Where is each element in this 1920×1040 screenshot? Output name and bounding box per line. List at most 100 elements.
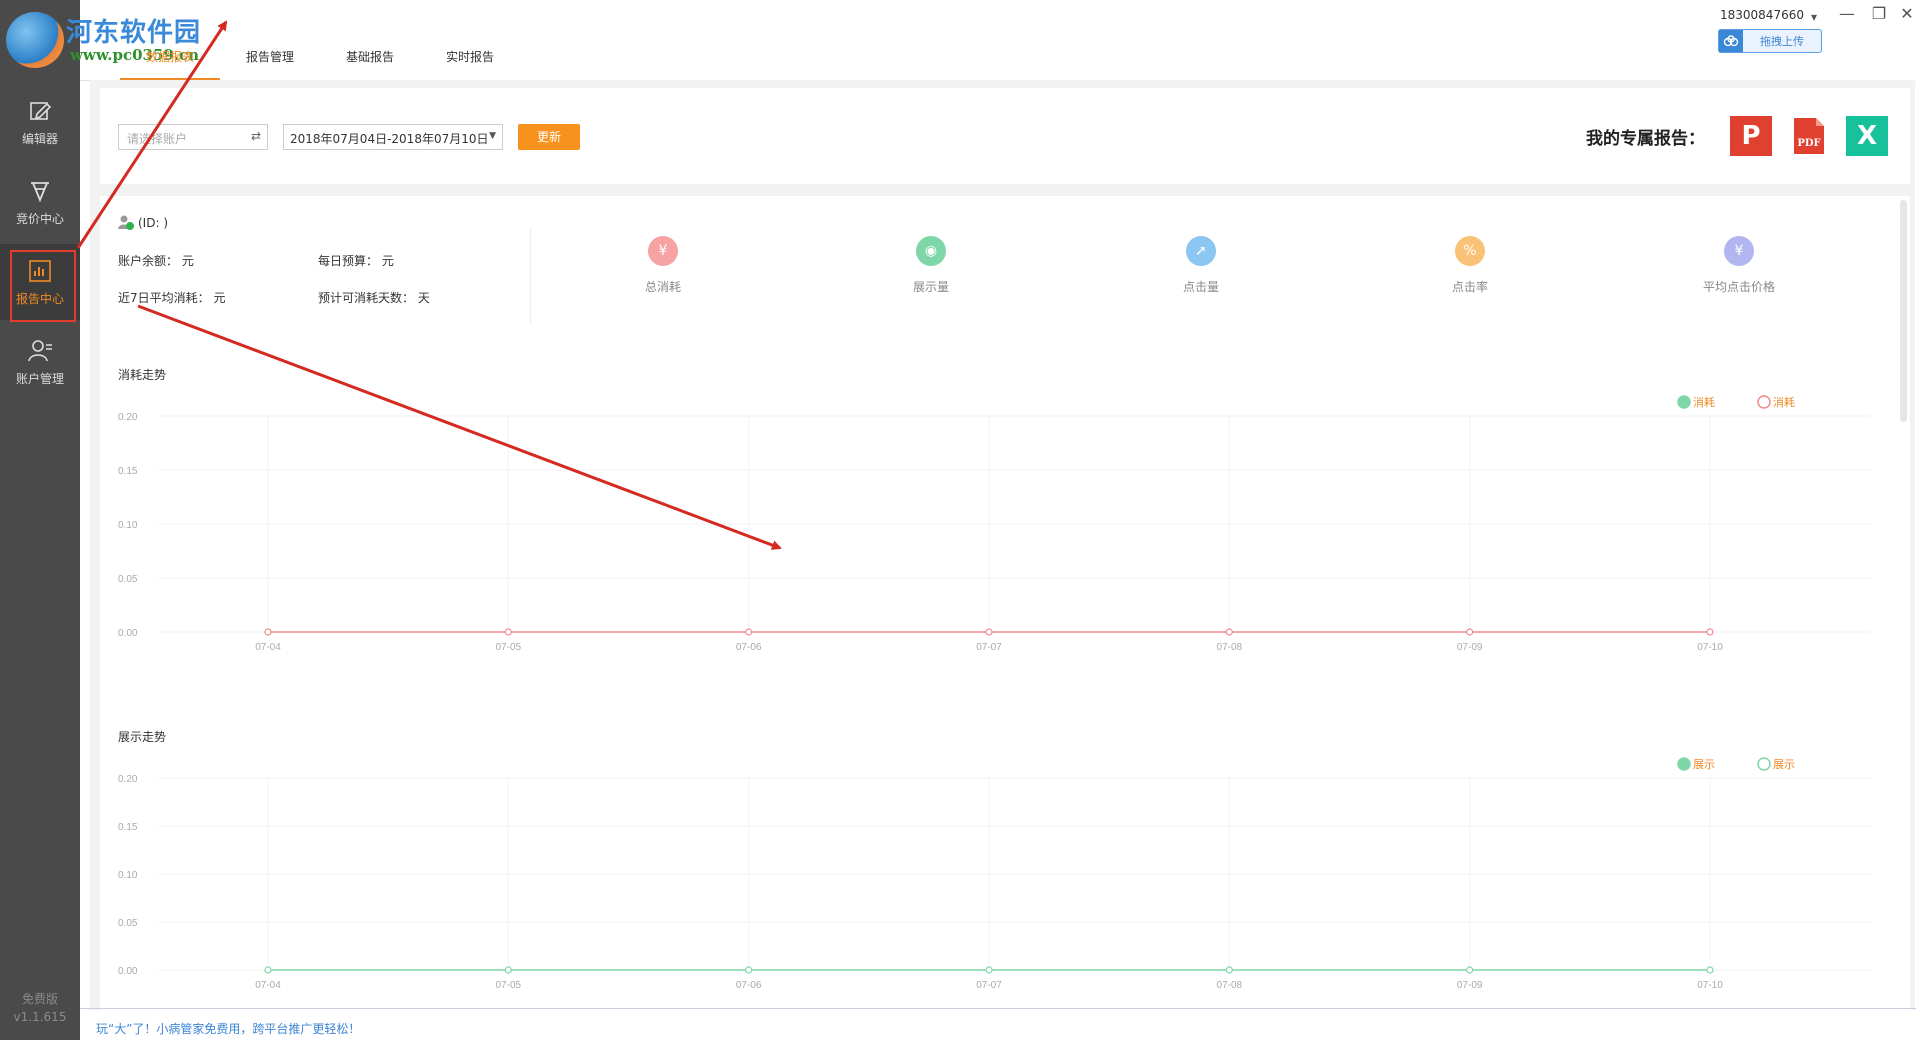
account-menu-icon[interactable]: ▾: [1811, 10, 1817, 24]
data-point: [1706, 966, 1714, 974]
upload-label: 拖拽上传: [1760, 35, 1804, 48]
scrollbar[interactable]: [1900, 200, 1907, 422]
tab-report-manage[interactable]: 报告管理: [220, 44, 320, 80]
date-range-select[interactable]: 2018年07月04日-2018年07月10日 ▼: [283, 124, 503, 150]
metric-avg-cpc[interactable]: ¥ 平均点击价格: [1679, 236, 1799, 295]
y-tick-label: 0.20: [118, 412, 138, 423]
yen-icon: ¥: [648, 236, 678, 266]
swap-icon: ⇄: [250, 129, 261, 143]
legend-label: 消耗: [1693, 395, 1715, 409]
y-tick-label: 0.05: [118, 574, 138, 585]
y-tick-label: 0.20: [118, 774, 138, 785]
sidebar-item-editor[interactable]: 编辑器: [0, 84, 80, 160]
metric-label: 平均点击价格: [1702, 280, 1775, 294]
legend-label: 展示: [1773, 758, 1795, 771]
data-point: [264, 628, 272, 636]
metric-label: 展示量: [912, 280, 949, 294]
data-point: [745, 966, 753, 974]
sidebar-item-label: 竞价中心: [15, 212, 64, 226]
account-balance: 账户余额： 元: [118, 254, 194, 268]
edit-icon: [30, 102, 52, 120]
export-excel-button[interactable]: X: [1846, 116, 1888, 156]
export-pdf-button[interactable]: PDF: [1788, 116, 1830, 156]
x-tick-label: 07-09: [1457, 980, 1483, 991]
tab-data-report[interactable]: 数据报表: [120, 44, 220, 80]
excel-icon: X: [1856, 121, 1878, 151]
data-point: [985, 628, 993, 636]
click-icon: ➚: [1186, 236, 1216, 266]
highlight-box: [10, 250, 76, 322]
bid-icon: [31, 182, 49, 203]
tab-realtime-report[interactable]: 实时报告: [420, 44, 520, 80]
data-point: [745, 628, 753, 636]
upload-button[interactable]: 拖拽上传: [1718, 29, 1822, 53]
metric-clicks[interactable]: ➚ 点击量: [1141, 236, 1261, 295]
x-tick-label: 07-10: [1697, 642, 1723, 653]
legend-label: 消耗: [1773, 395, 1795, 409]
y-tick-label: 0.00: [118, 966, 138, 977]
account-select-placeholder: 请选择账户: [127, 132, 188, 146]
legend-label: 展示: [1693, 758, 1715, 771]
x-tick-label: 07-04: [255, 980, 281, 991]
tab-basic-report[interactable]: 基础报告: [320, 44, 420, 80]
daily-budget: 每日预算： 元: [318, 254, 394, 268]
user-manage-icon: [28, 340, 52, 362]
x-tick-label: 07-06: [736, 642, 762, 653]
y-tick-label: 0.00: [118, 628, 138, 639]
report-tabs: 数据报表 报告管理 基础报告 实时报告: [120, 44, 520, 80]
sidebar-item-report-center[interactable]: 报告中心: [0, 244, 80, 322]
metric-label: 总消耗: [644, 280, 681, 294]
metric-impressions[interactable]: ◉ 展示量: [871, 236, 991, 295]
x-tick-label: 07-05: [496, 980, 522, 991]
sidebar-item-label: 账户管理: [15, 372, 64, 386]
divider: [530, 228, 531, 324]
avg-price-icon: ¥: [1724, 236, 1754, 266]
metric-ctr[interactable]: % 点击率: [1410, 236, 1530, 295]
svg-text:PDF: PDF: [1797, 138, 1820, 149]
account-status-icon: [118, 215, 134, 230]
y-tick-label: 0.10: [118, 520, 138, 531]
x-tick-label: 07-09: [1457, 642, 1483, 653]
my-report-label: 我的专属报告：: [1586, 129, 1705, 149]
x-tick-label: 07-08: [1217, 980, 1243, 991]
restore-button[interactable]: ❐: [1868, 4, 1890, 26]
date-range-value: 2018年07月04日-2018年07月10日: [290, 132, 489, 146]
sidebar-item-label: 编辑器: [21, 132, 58, 146]
cloud-icon: [1719, 30, 1743, 52]
x-tick-label: 07-05: [496, 642, 522, 653]
impression-trend-chart: 展示 展示 0.20 0.15 0.10 0.05 0.00 07-04 07-05 07-06 0…: [118, 757, 1870, 991]
days-remaining: 预计可消耗天数： 天: [318, 291, 430, 305]
y-tick-label: 0.15: [118, 822, 138, 833]
data-point: [504, 966, 512, 974]
pdf-icon: PDF: [1794, 118, 1824, 154]
data-point: [1225, 628, 1233, 636]
sidebar: 编辑器 竞价中心 报告中心 账户管理 免费版 v1.1.615: [0, 0, 80, 1040]
metric-label: 点击率: [1451, 280, 1488, 294]
data-point: [1706, 628, 1714, 636]
metric-total-cost[interactable]: ¥ 总消耗: [603, 236, 723, 295]
data-point: [1466, 966, 1474, 974]
export-ppt-button[interactable]: P: [1730, 116, 1772, 156]
x-tick-label: 07-07: [976, 980, 1002, 991]
ppt-icon: P: [1741, 121, 1761, 151]
minimize-button[interactable]: —: [1836, 4, 1858, 26]
sidebar-item-bidding[interactable]: 竞价中心: [0, 164, 80, 240]
x-tick-label: 07-06: [736, 980, 762, 991]
refresh-button[interactable]: 更新: [518, 124, 580, 150]
data-point: [985, 966, 993, 974]
y-tick-label: 0.15: [118, 466, 138, 477]
account-id: (ID: ): [138, 216, 168, 230]
account-select[interactable]: 请选择账户 ⇄: [118, 124, 268, 150]
app-logo: [6, 12, 64, 68]
data-point: [1225, 966, 1233, 974]
legend-marker: [1677, 757, 1691, 771]
legend-marker: [1757, 395, 1771, 409]
cost-trend-title: 消耗走势: [118, 368, 167, 382]
legend-marker: [1677, 395, 1691, 409]
close-button[interactable]: ✕: [1896, 4, 1918, 26]
x-tick-label: 07-08: [1217, 642, 1243, 653]
account-phone: 18300847660: [1720, 8, 1804, 22]
y-tick-label: 0.05: [118, 918, 138, 929]
x-tick-label: 07-10: [1697, 980, 1723, 991]
sidebar-item-account-manage[interactable]: 账户管理: [0, 324, 80, 400]
